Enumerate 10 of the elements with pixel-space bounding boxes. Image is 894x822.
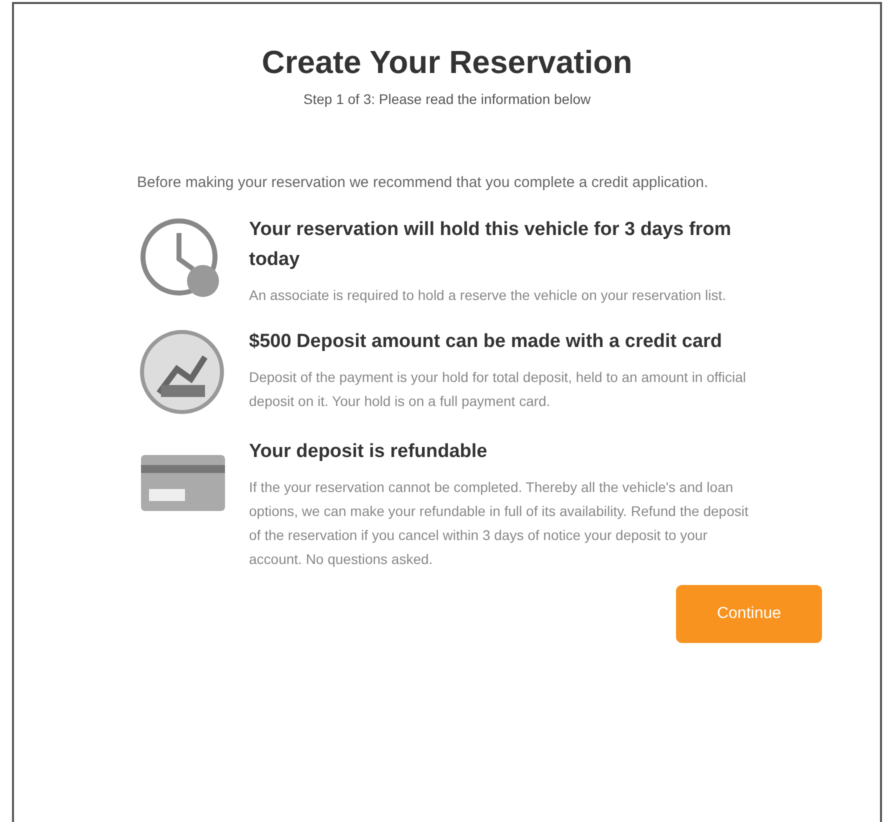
item-title: $500 Deposit amount can be made with a credit card xyxy=(249,330,724,354)
intro-text: Before making your reservation we recommend that you complete a credit application. xyxy=(137,173,710,193)
page-title: Create Your Reservation xyxy=(262,44,632,81)
item-title: Your reservation will hold this vehicle for 3 days from today xyxy=(249,218,732,272)
item-title: Your deposit is refundable xyxy=(249,440,488,464)
item-description: If the your reservation cannot be completed. Thereby all the vehicle's and loan options, we can make your refundable in full of its availability. Refund the deposit of the reservation if you cancel within 3 days of notice your deposit to your account. No questions asked. xyxy=(249,478,750,569)
item-description: An associate is required to hold a reserve the vehicle on your reservation list. xyxy=(249,286,728,305)
step-subtitle: Step 1 of 3: Please read the information below xyxy=(303,91,591,107)
continue-button[interactable]: Continue xyxy=(676,585,822,643)
item-description: Deposit of the payment is your hold for total deposit, held to an amount in official deposit on it. Your hold is on a full payment card. xyxy=(249,368,748,411)
